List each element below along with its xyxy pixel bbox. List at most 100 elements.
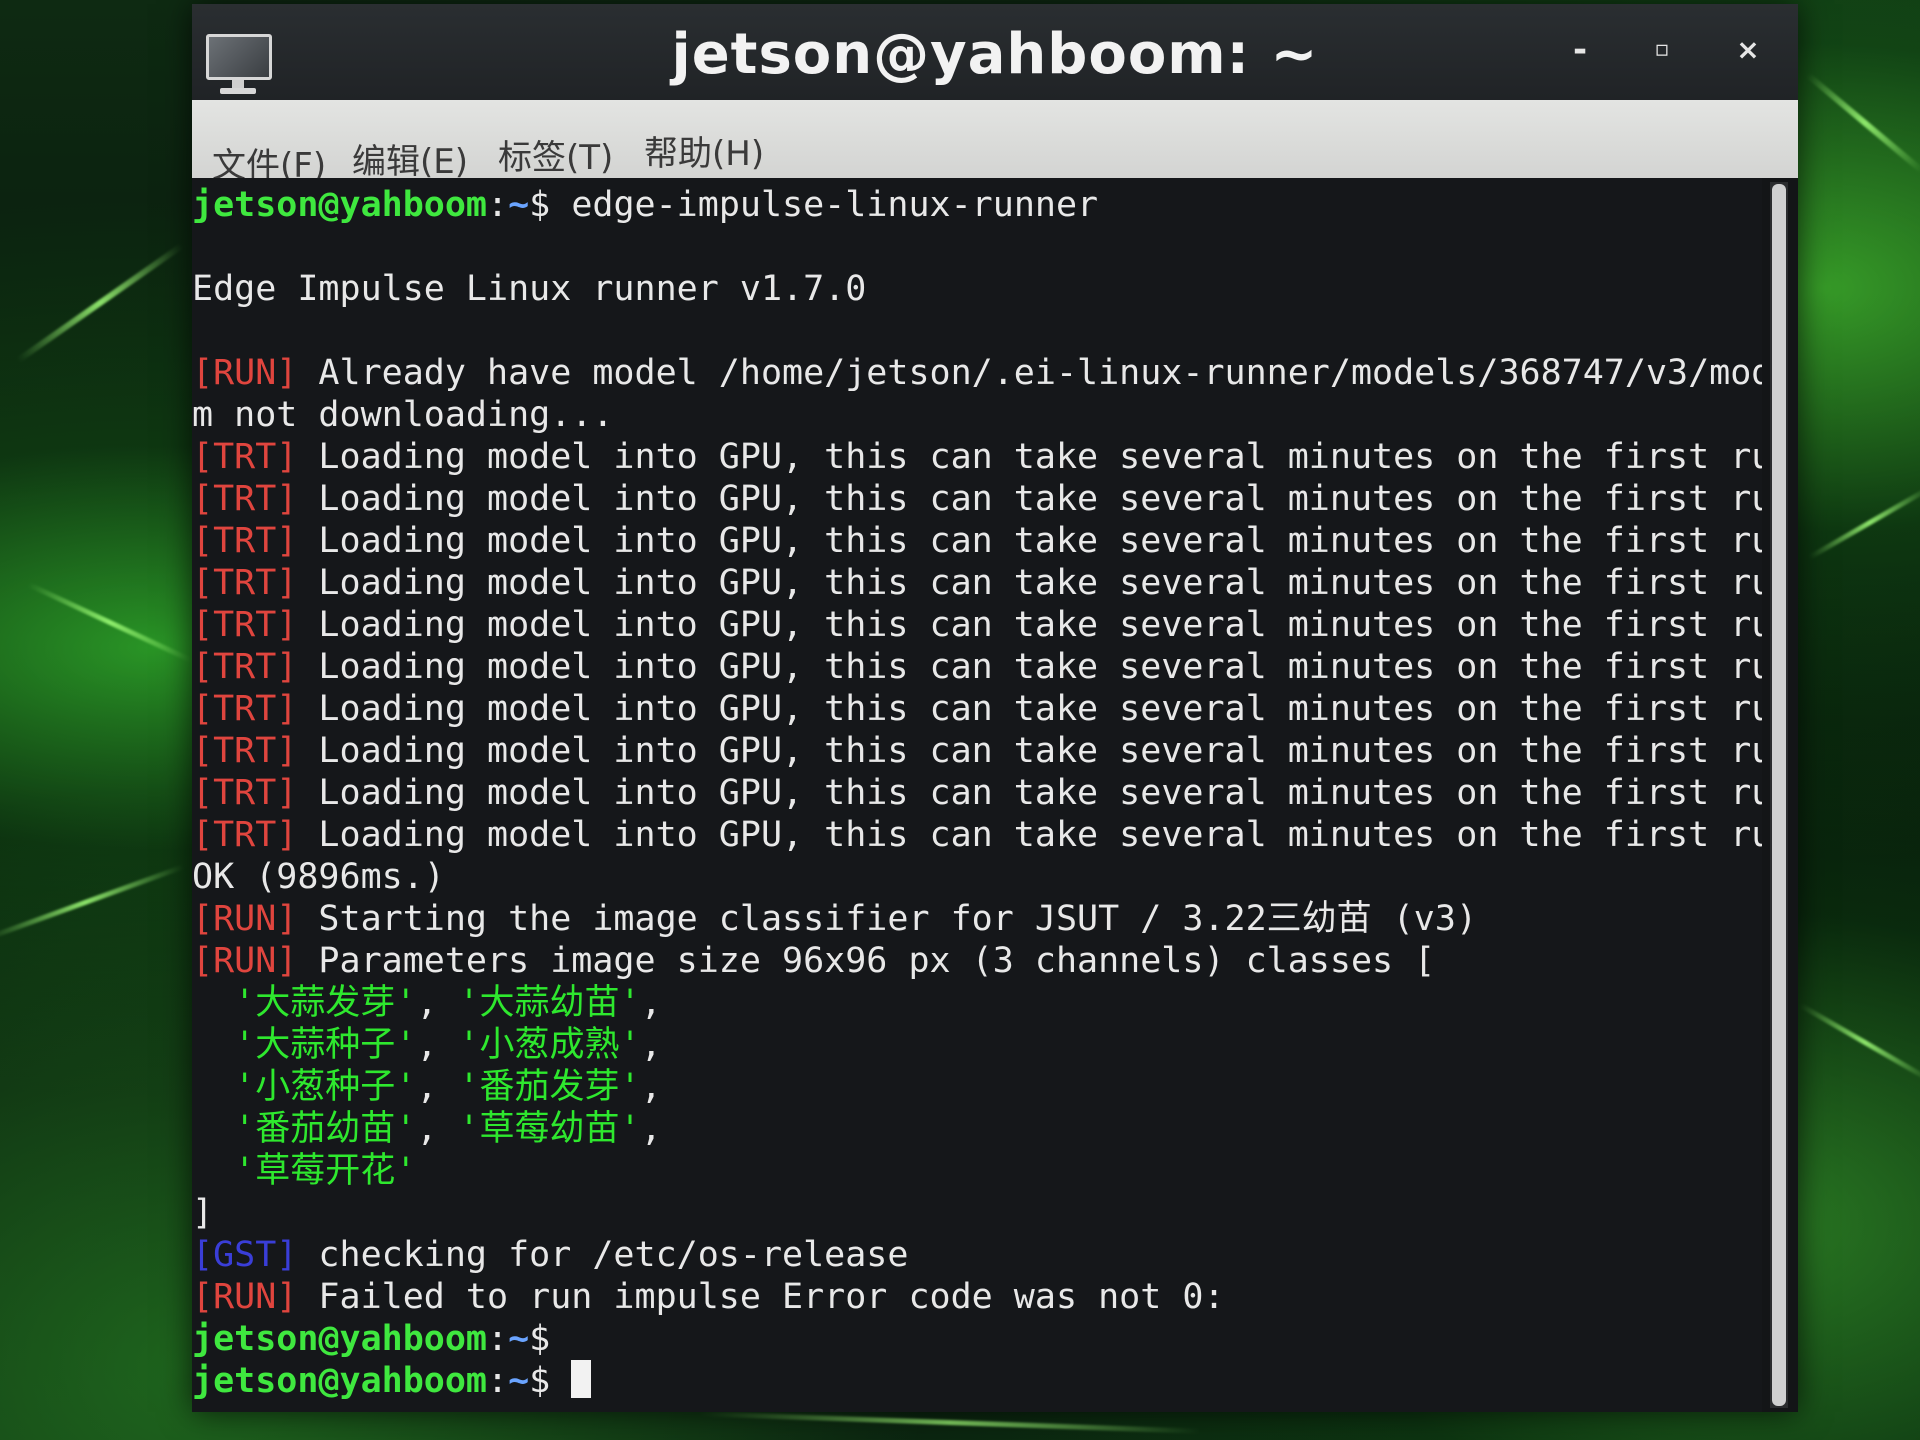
trt-line: [TRT] Loading model into GPU, this can t…	[192, 730, 1762, 772]
trt-line: [TRT] Loading model into GPU, this can t…	[192, 646, 1762, 688]
wallpaper-streak	[16, 243, 184, 363]
trt-line: [TRT] Loading model into GPU, this can t…	[192, 520, 1762, 562]
trt-text: Loading model into GPU, this can take se…	[297, 647, 1762, 687]
trt-text: Loading model into GPU, this can take se…	[297, 479, 1762, 519]
wallpaper-streak	[0, 864, 185, 941]
menu-edit[interactable]: 编辑(E)	[352, 134, 468, 183]
class-separator: ,	[416, 983, 459, 1023]
scrollbar-thumb[interactable]	[1772, 184, 1786, 1406]
class-name: '大蒜发芽'	[234, 983, 417, 1023]
title-bar[interactable]: jetson@yahboom: ~ - ▫ ×	[192, 4, 1798, 100]
terminal-output[interactable]: jetson@yahboom:~$ edge-impulse-linux-run…	[192, 178, 1762, 1412]
trt-line: [TRT] Loading model into GPU, this can t…	[192, 478, 1762, 520]
class-row: '大蒜发芽', '大蒜幼苗',	[192, 982, 662, 1024]
trt-line: [TRT] Loading model into GPU, this can t…	[192, 772, 1762, 814]
trt-tag: [TRT]	[192, 773, 298, 813]
prompt-path: ~	[508, 185, 530, 225]
class-row: '番茄幼苗', '草莓幼苗',	[192, 1108, 662, 1150]
wallpaper-streak	[27, 582, 193, 663]
desktop-background: jetson@yahboom: ~ - ▫ × 文件(F) 编辑(E) 标签(T…	[0, 0, 1920, 1440]
trt-text: Loading model into GPU, this can take se…	[297, 731, 1762, 771]
class-end: ,	[640, 983, 662, 1023]
run-tag: [RUN]	[192, 1277, 298, 1317]
wallpaper-streak	[1805, 72, 1920, 174]
menu-help[interactable]: 帮助(H)	[644, 126, 764, 175]
trt-tag: [TRT]	[192, 815, 298, 855]
prompt-separator: :	[487, 1361, 509, 1401]
prompt-path: ~	[508, 1361, 530, 1401]
gst-tag: [GST]	[192, 1235, 298, 1275]
class-separator: ,	[416, 1025, 459, 1065]
window-title: jetson@yahboom: ~	[671, 22, 1319, 87]
trt-line: [TRT] Loading model into GPU, this can t…	[192, 562, 1762, 604]
terminal-window: jetson@yahboom: ~ - ▫ × 文件(F) 编辑(E) 标签(T…	[192, 4, 1798, 1412]
gst-text: checking for /etc/os-release	[297, 1235, 909, 1275]
maximize-button[interactable]: ▫	[1642, 32, 1682, 68]
run-failed-line: [RUN] Failed to run impulse Error code w…	[192, 1276, 1225, 1318]
terminal-scrollbar[interactable]	[1770, 182, 1788, 1408]
gst-line: [GST] checking for /etc/os-release	[192, 1234, 908, 1276]
ok-line: OK (9896ms.)	[192, 857, 445, 897]
run-failed-text: Failed to run impulse Error code was not…	[297, 1277, 1225, 1317]
command-text: edge-impulse-linux-runner	[550, 185, 1099, 225]
wallpaper-streak	[1798, 1002, 1920, 1083]
class-name: '大蒜幼苗'	[458, 983, 641, 1023]
prompt-path: ~	[508, 1319, 530, 1359]
trt-text: Loading model into GPU, this can take se…	[297, 689, 1762, 729]
prompt-separator: :	[487, 185, 509, 225]
trt-tag: [TRT]	[192, 689, 298, 729]
class-separator: ,	[416, 1067, 459, 1107]
prompt-user: jetson@yahboom	[192, 1319, 488, 1359]
prompt-symbol: $	[529, 1361, 551, 1401]
trt-tag: [TRT]	[192, 563, 298, 603]
class-end: ,	[640, 1067, 662, 1107]
run-already-text: Already have model /home/jetson/.ei-linu…	[297, 353, 1762, 393]
version-line: Edge Impulse Linux runner v1.7.0	[192, 269, 867, 309]
trt-text: Loading model into GPU, this can take se…	[297, 521, 1762, 561]
run-starting-line: [RUN] Starting the image classifier for …	[192, 898, 1477, 940]
trt-tag: [TRT]	[192, 605, 298, 645]
text-cursor	[571, 1360, 592, 1398]
trt-line: [TRT] Loading model into GPU, this can t…	[192, 604, 1762, 646]
class-end: ,	[640, 1025, 662, 1065]
trt-line: [TRT] Loading model into GPU, this can t…	[192, 436, 1762, 478]
trt-tag: [TRT]	[192, 479, 298, 519]
trt-line: [TRT] Loading model into GPU, this can t…	[192, 688, 1762, 730]
class-end: ,	[640, 1109, 662, 1149]
trt-text: Loading model into GPU, this can take se…	[297, 605, 1762, 645]
prompt-user: jetson@yahboom	[192, 1361, 488, 1401]
wallpaper-streak	[1808, 485, 1920, 560]
trt-tag: [TRT]	[192, 521, 298, 561]
class-name: '小葱种子'	[234, 1067, 417, 1107]
class-name: '小葱成熟'	[458, 1025, 641, 1065]
minimize-button[interactable]: -	[1560, 32, 1600, 68]
class-name: '草莓幼苗'	[458, 1109, 641, 1149]
prompt-separator: :	[487, 1319, 509, 1359]
class-row: '草莓开花'	[192, 1150, 416, 1192]
class-name: '大蒜种子'	[234, 1025, 417, 1065]
close-button[interactable]: ×	[1728, 32, 1768, 68]
trt-text: Loading model into GPU, this can take se…	[297, 815, 1762, 855]
trt-text: Loading model into GPU, this can take se…	[297, 563, 1762, 603]
run-tag: [RUN]	[192, 899, 298, 939]
active-prompt-line[interactable]: jetson@yahboom:~$	[192, 1360, 592, 1402]
trt-tag: [TRT]	[192, 647, 298, 687]
run-starting-text: Starting the image classifier for JSUT /…	[297, 899, 1478, 939]
trt-line: [TRT] Loading model into GPU, this can t…	[192, 814, 1762, 856]
class-row: '小葱种子', '番茄发芽',	[192, 1066, 662, 1108]
run-tag: [RUN]	[192, 941, 298, 981]
command-line: jetson@yahboom:~$ edge-impulse-linux-run…	[192, 184, 1098, 226]
prompt-symbol: $	[529, 1319, 551, 1359]
wallpaper-streak	[700, 1411, 1200, 1434]
run-params-text: Parameters image size 96x96 px (3 channe…	[297, 941, 1436, 981]
run-params-line: [RUN] Parameters image size 96x96 px (3 …	[192, 940, 1435, 982]
class-name: '草莓开花'	[234, 1151, 417, 1191]
menu-bar: 文件(F) 编辑(E) 标签(T) 帮助(H)	[192, 100, 1798, 186]
close-bracket-line: ]	[192, 1193, 214, 1233]
class-name: '番茄幼苗'	[234, 1109, 417, 1149]
trt-tag: [TRT]	[192, 437, 298, 477]
trt-text: Loading model into GPU, this can take se…	[297, 773, 1762, 813]
class-row: '大蒜种子', '小葱成熟',	[192, 1024, 662, 1066]
menu-tabs[interactable]: 标签(T)	[498, 130, 613, 179]
run-already-line: [RUN] Already have model /home/jetson/.e…	[192, 352, 1762, 394]
